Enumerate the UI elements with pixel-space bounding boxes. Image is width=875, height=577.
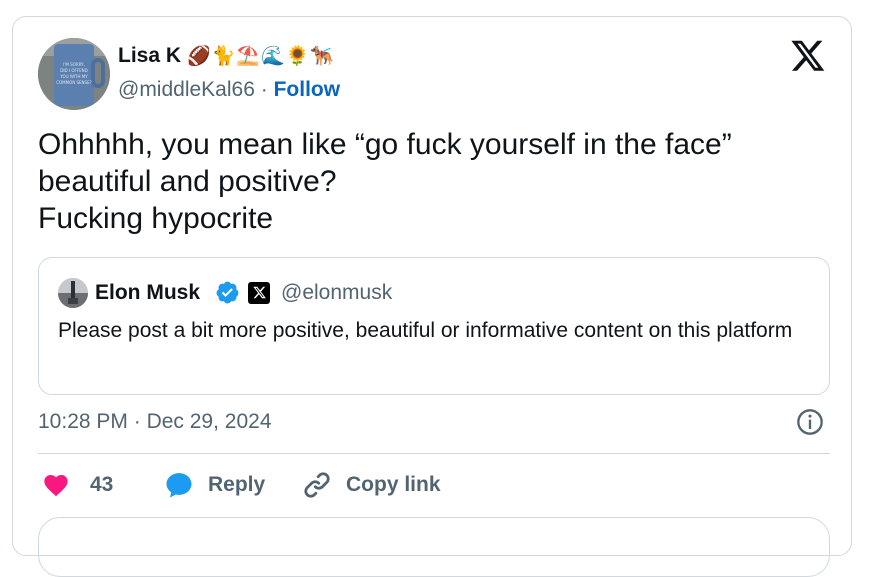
action-divider	[38, 453, 830, 454]
quoted-author-avatar	[58, 278, 88, 308]
verified-badge-icon	[216, 281, 239, 304]
like-count: 43	[90, 473, 114, 496]
x-badge-icon	[248, 282, 270, 304]
heart-icon	[44, 474, 68, 497]
quoted-tweet-text: Please post a bit more positive, beautif…	[58, 319, 793, 342]
tweet-time: 10:28 PM	[38, 410, 128, 433]
author-avatar[interactable]: I'M SORRY, DID I OFFEND YOU WITH MY COMM…	[38, 38, 110, 110]
author-handle[interactable]: @middleKal66	[118, 78, 255, 101]
x-logo-icon[interactable]	[790, 37, 826, 73]
read-replies-button[interactable]	[38, 517, 830, 577]
copy-link-label: Copy link	[346, 473, 441, 496]
avatar-mug-image: I'M SORRY, DID I OFFEND YOU WITH MY COMM…	[38, 38, 110, 110]
tweet-text: Ohhhhh, you mean like “go fuck yourself …	[38, 126, 828, 237]
timestamp-separator: ·	[133, 410, 141, 433]
svg-text:I'M SORRY,: I'M SORRY,	[63, 62, 85, 67]
quoted-author-handle: @elonmusk	[281, 281, 393, 304]
tweet-timestamp[interactable]: 10:28 PM · Dec 29, 2024	[38, 408, 272, 436]
author-name[interactable]: Lisa K 🏈🐈⛱️🌊🌻🐕‍🦺	[118, 43, 335, 70]
author-meta: @middleKal66 · Follow	[118, 77, 340, 103]
quoted-avatar-image	[58, 278, 88, 308]
author-name-text: Lisa K	[118, 44, 182, 67]
reply-label: Reply	[208, 473, 266, 496]
tweet-text-line: beautiful and positive?	[38, 165, 337, 198]
tweet-text-line: Fucking hypocrite	[38, 202, 274, 235]
svg-text:DID I OFFEND: DID I OFFEND	[60, 68, 87, 73]
author-emoji: 🏈🐈⛱️🌊🌻🐕‍🦺	[187, 46, 335, 67]
info-icon[interactable]	[796, 408, 824, 436]
like-button[interactable]: 43	[42, 467, 113, 503]
svg-text:YOU WITH MY: YOU WITH MY	[59, 74, 88, 79]
svg-text:COMMON SENSE?: COMMON SENSE?	[56, 80, 92, 85]
tweet-card: I'M SORRY, DID I OFFEND YOU WITH MY COMM…	[12, 16, 852, 577]
quoted-author-name: Elon Musk	[95, 281, 201, 304]
tweet-date: Dec 29, 2024	[146, 410, 272, 433]
quoted-tweet[interactable]: Elon Musk @elonmusk Please post a bit mo…	[38, 257, 830, 395]
tweet-text-line: Ohhhhh, you mean like “go fuck yourself …	[38, 128, 732, 161]
reply-button[interactable]: Reply	[164, 467, 265, 503]
follow-button[interactable]: Follow	[274, 78, 341, 101]
link-icon	[304, 472, 330, 498]
reply-bubble-icon	[166, 473, 192, 498]
meta-separator: ·	[260, 78, 268, 101]
copy-link-button[interactable]: Copy link	[302, 467, 441, 503]
